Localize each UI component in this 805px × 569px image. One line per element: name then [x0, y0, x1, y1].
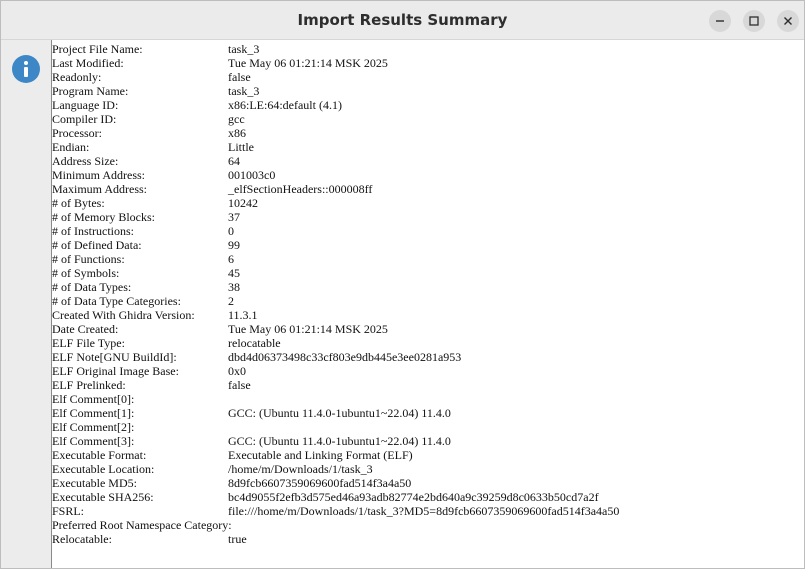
- maximize-button[interactable]: [743, 10, 765, 32]
- summary-value: false: [228, 378, 251, 392]
- summary-value: task_3: [228, 42, 260, 56]
- summary-label: Executable Format:: [52, 448, 147, 462]
- window-title: Import Results Summary: [297, 11, 508, 29]
- summary-value: x86:LE:64:default (4.1): [228, 98, 342, 112]
- summary-label: Minimum Address:: [52, 168, 146, 182]
- summary-label: Date Created:: [52, 322, 119, 336]
- summary-value: Executable and Linking Format (ELF): [228, 448, 413, 462]
- summary-value: 0x0: [228, 364, 246, 378]
- summary-value: bc4d9055f2efb3d575ed46a93adb82774e2bd640…: [228, 490, 599, 504]
- summary-label: # of Memory Blocks:: [52, 210, 155, 224]
- summary-label: Elf Comment[1]:: [52, 406, 135, 420]
- summary-label: Maximum Address:: [52, 182, 147, 196]
- summary-label: Address Size:: [52, 154, 119, 168]
- summary-value: 8d9fcb6607359069600fad514f3a4a50: [228, 476, 412, 490]
- summary-label: ELF Original Image Base:: [52, 364, 179, 378]
- summary-label: Last Modified:: [52, 56, 124, 70]
- title-bar[interactable]: Import Results Summary: [1, 1, 804, 40]
- summary-value: false: [228, 70, 251, 84]
- summary-label: Elf Comment[2]:: [52, 420, 135, 434]
- summary-label: Executable SHA256:: [52, 490, 154, 504]
- summary-label: Elf Comment[0]:: [52, 392, 135, 406]
- minimize-button[interactable]: [709, 10, 731, 32]
- summary-value: task_3: [228, 84, 260, 98]
- summary-label: # of Functions:: [52, 252, 125, 266]
- summary-label: # of Defined Data:: [52, 238, 142, 252]
- summary-value: GCC: (Ubuntu 11.4.0-1ubuntu1~22.04) 11.4…: [228, 406, 451, 420]
- close-button[interactable]: [777, 10, 799, 32]
- summary-text-area[interactable]: Project File Name: task_3 Last Modified: Tu…: [51, 40, 804, 568]
- summary-value: Little: [228, 140, 254, 154]
- summary-label: Created With Ghidra Version:: [52, 308, 195, 322]
- summary-label: Processor:: [52, 126, 102, 140]
- summary-value: 001003c0: [228, 168, 276, 182]
- summary-value: 10242: [228, 196, 258, 210]
- summary-value: Tue May 06 01:21:14 MSK 2025: [228, 322, 388, 336]
- summary-value: 64: [228, 154, 240, 168]
- info-icon-bar: [24, 67, 28, 77]
- summary-label: Relocatable:: [52, 532, 112, 546]
- summary-value: 6: [228, 252, 234, 266]
- summary-value: file:///home/m/Downloads/1/task_3?MD5=8d…: [228, 504, 620, 518]
- summary-label: # of Symbols:: [52, 266, 120, 280]
- close-icon: [784, 17, 792, 25]
- summary-label: Executable MD5:: [52, 476, 137, 490]
- summary-value: _elfSectionHeaders::000008ff: [228, 182, 373, 196]
- summary-value: relocatable: [228, 336, 281, 350]
- summary-value: 0: [228, 224, 234, 238]
- summary-label: Project File Name:: [52, 42, 143, 56]
- summary-label: Readonly:: [52, 70, 102, 84]
- summary-value: 2: [228, 294, 234, 308]
- summary-label: # of Data Type Categories:: [52, 294, 181, 308]
- info-icon: [12, 55, 40, 83]
- summary-value: 99: [228, 238, 240, 252]
- summary-value: GCC: (Ubuntu 11.4.0-1ubuntu1~22.04) 11.4…: [228, 434, 451, 448]
- summary-value: 11.3.1: [228, 308, 258, 322]
- summary-label: # of Instructions:: [52, 224, 134, 238]
- summary-value: true: [228, 532, 247, 546]
- summary-label: # of Bytes:: [52, 196, 105, 210]
- summary-label: Language ID:: [52, 98, 119, 112]
- summary-value: gcc: [228, 112, 245, 126]
- summary-label: FSRL:: [52, 504, 85, 518]
- icon-panel: [1, 40, 51, 568]
- maximize-icon: [749, 16, 759, 26]
- summary-label: Compiler ID:: [52, 112, 117, 126]
- summary-value: 38: [228, 280, 240, 294]
- summary-value: Tue May 06 01:21:14 MSK 2025: [228, 56, 388, 70]
- summary-label: ELF Prelinked:: [52, 378, 126, 392]
- summary-value: /home/m/Downloads/1/task_3: [228, 462, 373, 476]
- summary-value: dbd4d06373498c33cf803e9db445e3ee0281a953: [228, 350, 462, 364]
- summary-label: Preferred Root Namespace Category:: [52, 518, 232, 532]
- summary-label: ELF File Type:: [52, 336, 125, 350]
- summary-label: # of Data Types:: [52, 280, 132, 294]
- minimize-icon: [716, 20, 724, 22]
- summary-label: Endian:: [52, 140, 90, 154]
- summary-label: Executable Location:: [52, 462, 155, 476]
- info-icon-dot: [24, 61, 28, 65]
- summary-label: Elf Comment[3]:: [52, 434, 135, 448]
- summary-value: 45: [228, 266, 240, 280]
- import-results-window: Import Results Summary Project File Name…: [0, 0, 805, 569]
- summary-value: x86: [228, 126, 246, 140]
- summary-value: 37: [228, 210, 240, 224]
- summary-label: ELF Note[GNU BuildId]:: [52, 350, 177, 364]
- summary-label: Program Name:: [52, 84, 129, 98]
